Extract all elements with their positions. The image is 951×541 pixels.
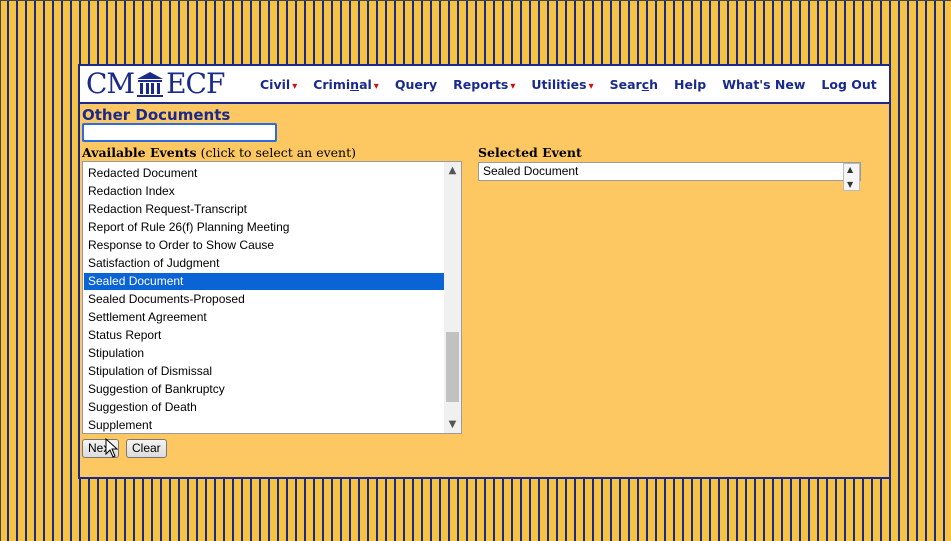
event-list-item[interactable]: Report of Rule 26(f) Planning Meeting [84,219,445,236]
event-search-input[interactable] [82,123,277,142]
selected-event-box[interactable]: Sealed Document ▲ ▼ [478,162,861,191]
menu-item-label: What's New [722,76,806,92]
caret-down-icon: ▾ [292,80,298,92]
event-list-item[interactable]: Status Report [84,327,445,344]
selected-event-scrollbar[interactable]: ▲ ▼ [843,163,860,191]
logo-cm-text: CM [86,67,135,100]
menu-item-label: Civil [260,76,291,92]
page-title: Other Documents [82,106,231,124]
courthouse-icon [137,72,164,97]
menu-bar: CM ECF Civil ▾ Criminal ▾ Query Reports ▾ Utili… [80,66,889,104]
event-list-item[interactable]: Supplement [84,417,445,433]
event-list-item[interactable]: Redaction Request-Transcript [84,201,445,218]
event-list-item[interactable]: Stipulation [84,345,445,362]
menu-item-8[interactable]: Log Out [821,77,876,92]
menu-item-3[interactable]: Reports ▾ [453,77,515,92]
window-left-border [0,0,1,541]
main-menu: Civil ▾ Criminal ▾ Query Reports ▾ Utilities ▾ Se… [260,66,893,102]
window-top-border [0,0,951,1]
events-list-scrollbar[interactable]: ▲ ▼ [444,162,461,433]
event-list-item[interactable]: Sealed Documents-Proposed [84,291,445,308]
menu-item-4[interactable]: Utilities ▾ [531,77,593,92]
event-list-item[interactable]: Suggestion of Bankruptcy [84,381,445,398]
menu-item-label-suffix: h [649,76,659,92]
clear-button[interactable]: Clear [126,439,167,458]
menu-item-0[interactable]: Civil ▾ [260,77,297,92]
cmecf-logo[interactable]: CM ECF [86,67,225,101]
menu-item-label: Log Out [821,76,877,92]
menu-item-1[interactable]: Criminal ▾ [313,77,379,92]
event-list-item[interactable]: Sealed Document [84,273,445,290]
available-events-label-bold: Available Events [82,145,197,160]
scrollbar-thumb[interactable] [446,332,459,402]
available-events-label: Available Events (click to select an eve… [82,145,356,160]
available-events-label-hint: (click to select an event) [196,145,356,160]
chevron-down-icon[interactable]: ▼ [847,180,853,189]
next-button[interactable]: Next [82,439,119,458]
caret-down-icon: ▾ [510,80,516,92]
menu-item-7[interactable]: What's New [722,77,805,92]
menu-item-6[interactable]: Help [674,77,706,92]
menu-item-label: Query [394,76,438,92]
available-events-list[interactable]: Supplement Suggestion of Death Suggestion … [82,161,462,434]
menu-item-5[interactable]: Search [610,77,658,92]
menu-item-accesskey: n [350,76,360,92]
main-panel: CM ECF Civil ▾ Criminal ▾ Query Reports ▾ Utili… [78,64,891,479]
logo-ecf-text: ECF [166,67,225,100]
caret-down-icon: ▾ [373,80,379,92]
menu-item-label: Utilities [531,76,587,92]
chevron-up-icon[interactable]: ▲ [847,165,853,174]
event-list-item[interactable]: Satisfaction of Judgment [84,255,445,272]
scroll-up-arrow-icon[interactable]: ▲ [444,162,461,179]
event-list-item[interactable]: Redaction Index [84,183,445,200]
menu-item-label: Help [674,76,707,92]
selected-event-label: Selected Event [478,145,582,160]
selected-event-value: Sealed Document [483,164,579,178]
event-list-item[interactable]: Stipulation of Dismissal [84,363,445,380]
menu-item-label: Reports [453,76,509,92]
event-list-item[interactable]: Redacted Document [84,165,445,182]
menu-item-accesskey: c [641,76,650,92]
event-list-item[interactable]: Suggestion of Death [84,399,445,416]
event-list-item[interactable]: Settlement Agreement [84,309,445,326]
menu-item-label: Sear [609,76,642,92]
menu-item-label: Crimi [313,76,351,92]
event-list-item[interactable]: Response to Order to Show Cause [84,237,445,254]
menu-item-label-suffix: al [359,76,372,92]
caret-down-icon: ▾ [588,80,594,92]
scroll-down-arrow-icon[interactable]: ▼ [444,416,461,433]
menu-item-2[interactable]: Query [395,77,437,92]
